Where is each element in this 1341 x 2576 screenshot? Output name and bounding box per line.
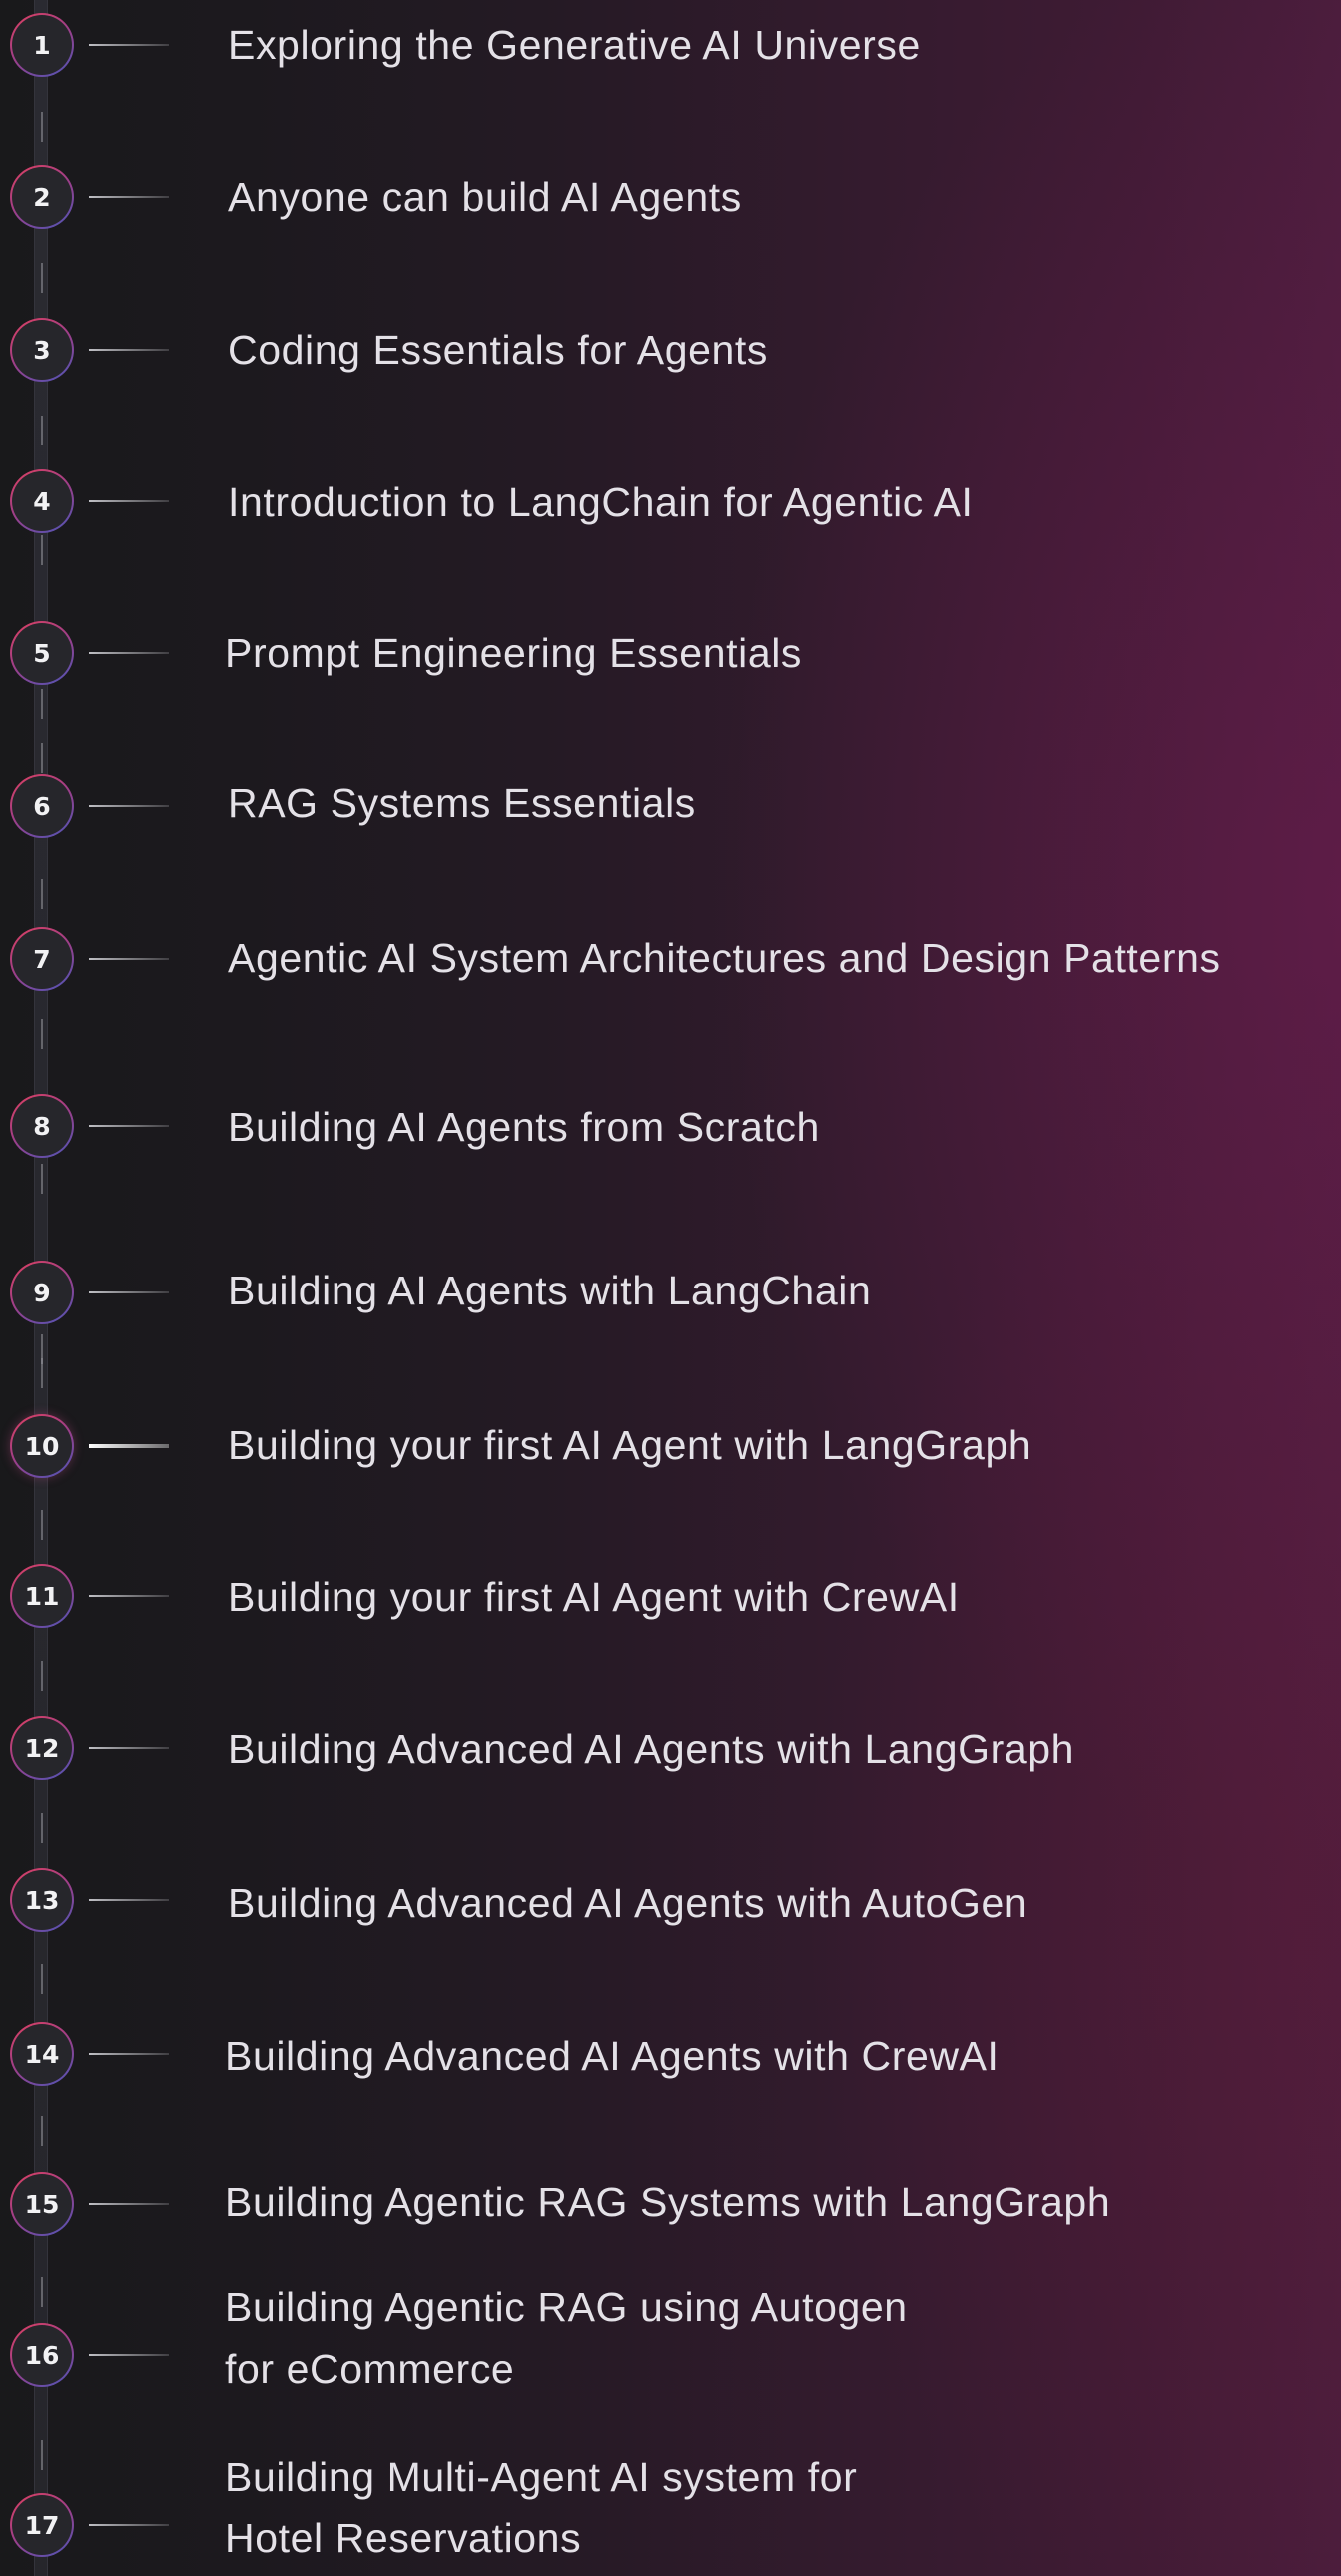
rail-dash (41, 1019, 43, 1049)
module-title: Building AI Agents with LangChain (228, 1268, 872, 1313)
step-connector (89, 652, 169, 654)
rail-dash (41, 879, 43, 909)
rail-dash (41, 112, 43, 142)
module-title-line-2: Hotel Reservations (225, 2515, 582, 2561)
rail-dash (41, 689, 43, 719)
module-title: Building your first AI Agent with LangGr… (228, 1422, 1032, 1468)
rail-dash (41, 535, 43, 565)
step-connector (89, 958, 169, 960)
step-connector (89, 500, 169, 502)
module-title: Exploring the Generative AI Universe (228, 22, 921, 68)
module-title: Coding Essentials for Agents (228, 327, 768, 373)
module-title: Building Advanced AI Agents with LangGra… (228, 1726, 1075, 1772)
module-title: Building your first AI Agent with CrewAI (228, 1574, 960, 1620)
step-number-badge: 7 (10, 927, 74, 991)
module-title-line-1: Building Multi-Agent AI system for (225, 2454, 858, 2500)
step-connector (89, 805, 169, 807)
step-connector (89, 349, 169, 351)
step-number-badge: 10 (10, 1414, 74, 1478)
step-number-badge: 3 (10, 318, 74, 382)
module-title: Building Advanced AI Agents with AutoGen (228, 1880, 1028, 1926)
module-title: Building Agentic RAG Systems with LangGr… (225, 2179, 1111, 2225)
rail-dash (41, 263, 43, 293)
step-connector (89, 1291, 169, 1293)
step-number-badge: 12 (10, 1716, 74, 1780)
step-number-badge: 9 (10, 1261, 74, 1324)
step-connector (89, 1444, 169, 1448)
rail-dash (41, 1510, 43, 1540)
step-connector (89, 1747, 169, 1749)
module-title: RAG Systems Essentials (228, 780, 696, 826)
rail-dash (41, 416, 43, 445)
step-number-badge: 4 (10, 469, 74, 533)
step-connector (89, 2524, 169, 2526)
step-connector (89, 1595, 169, 1597)
rail-dash (41, 1661, 43, 1691)
step-number-badge: 17 (10, 2493, 74, 2557)
module-title: Prompt Engineering Essentials (225, 630, 803, 676)
module-title-line-2: for eCommerce (225, 2346, 515, 2392)
step-number-badge: 16 (10, 2323, 74, 2387)
step-connector (89, 2354, 169, 2356)
step-connector (89, 1125, 169, 1127)
step-number-badge: 1 (10, 13, 74, 77)
rail-dash (41, 1964, 43, 1994)
step-number-badge: 11 (10, 1564, 74, 1628)
step-number-badge: 8 (10, 1094, 74, 1158)
module-title: Anyone can build AI Agents (228, 174, 742, 220)
step-number-badge: 14 (10, 2022, 74, 2086)
step-connector (89, 2053, 169, 2055)
module-title: Agentic AI System Architectures and Desi… (228, 935, 1221, 981)
step-number-badge: 15 (10, 2172, 74, 2236)
module-title: Building Advanced AI Agents with CrewAI (225, 2033, 1000, 2079)
step-connector (89, 2203, 169, 2205)
rail-dash (41, 2440, 43, 2470)
rail-dash (41, 2116, 43, 2146)
step-number-badge: 13 (10, 1868, 74, 1932)
step-connector (89, 44, 169, 46)
step-number-badge: 2 (10, 165, 74, 229)
module-title: Building AI Agents from Scratch (228, 1104, 820, 1150)
rail-dash (41, 2277, 43, 2307)
rail-dash (41, 1813, 43, 1843)
step-connector (89, 1899, 169, 1901)
step-connector (89, 196, 169, 198)
module-title: Introduction to LangChain for Agentic AI (228, 479, 974, 525)
rail-dash (41, 743, 43, 773)
rail-dash (41, 1164, 43, 1194)
step-number-badge: 5 (10, 621, 74, 685)
module-title-line-1: Building Agentic RAG using Autogen (225, 2284, 908, 2330)
step-number-badge: 6 (10, 774, 74, 838)
rail-dash (41, 1358, 43, 1388)
